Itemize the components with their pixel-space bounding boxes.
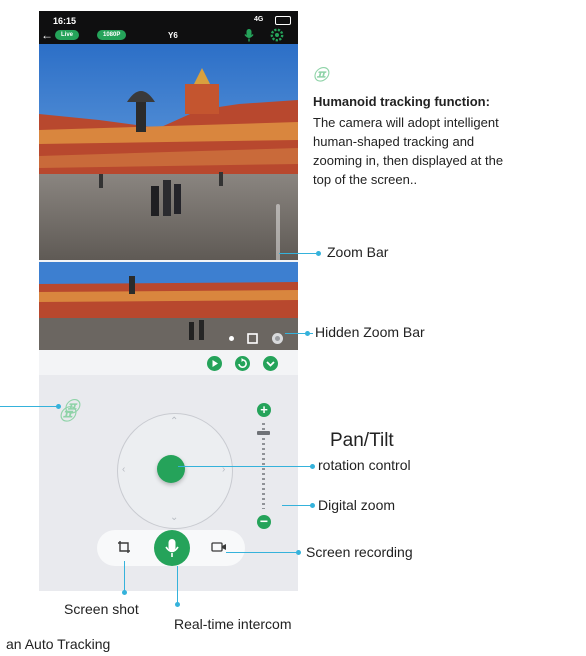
dpad-down-icon[interactable]: ⌄: [170, 512, 178, 523]
phone-app-screen: 16:15 4G ← Live 1080P Y6 ㉬ ⌃ ⌄ ‹ › + −: [39, 11, 298, 591]
tracking-zoom-view[interactable]: [39, 262, 298, 350]
zoom-out-button[interactable]: −: [257, 514, 271, 529]
device-name: Y6: [168, 31, 178, 40]
humanoid-tracking-title: Humanoid tracking function:: [313, 94, 490, 109]
sparkle-icon: ㉬: [313, 67, 329, 84]
humanoid-tracking-description: The camera will adopt intelligent human-…: [313, 115, 504, 187]
auto-tracking-callout-line: [0, 406, 58, 407]
status-signal: 4G: [254, 16, 264, 23]
rotation-control-label: rotation control: [318, 457, 411, 473]
screenshot-callout-dot: [122, 590, 127, 595]
intercom-callout-line: [177, 566, 178, 606]
play-icon[interactable]: [207, 356, 222, 371]
dot-icon[interactable]: [225, 332, 238, 345]
digital-zoom-label: Digital zoom: [318, 497, 396, 513]
rotation-callout-dot: [310, 464, 315, 469]
screen-recording-callout-dot: [296, 550, 301, 555]
digital-zoom-thumb[interactable]: [257, 431, 270, 435]
chevron-down-icon[interactable]: [263, 356, 278, 371]
dpad-left-icon[interactable]: ‹: [122, 464, 125, 475]
dpad-up-icon[interactable]: ⌃: [170, 416, 178, 427]
zoom-bar[interactable]: [276, 204, 280, 260]
refresh-icon[interactable]: [235, 356, 250, 371]
digital-zoom-callout-dot: [310, 503, 315, 508]
battery-icon: [275, 16, 291, 25]
mic-icon[interactable]: [242, 28, 256, 42]
live-video-feed[interactable]: [39, 44, 298, 260]
intercom-callout-dot: [175, 602, 180, 607]
fullscreen-icon[interactable]: [271, 332, 284, 345]
pan-tilt-label: Pan/Tilt: [330, 430, 394, 451]
mic-icon: [165, 539, 179, 557]
record-icon[interactable]: [211, 541, 227, 553]
intercom-mic-button[interactable]: [154, 530, 190, 566]
real-time-intercom-label: Real-time intercom: [174, 616, 292, 632]
auto-tracking-sparkle-icon: ㉬: [64, 399, 80, 416]
screen-recording-label: Screen recording: [306, 544, 413, 560]
hidden-zoom-bar-label: Hidden Zoom Bar: [315, 324, 425, 340]
screenshot-icon[interactable]: [117, 540, 131, 554]
auto-tracking-label: an Auto Tracking: [6, 636, 111, 652]
square-icon[interactable]: [246, 332, 259, 345]
back-arrow-icon[interactable]: ←: [41, 29, 53, 41]
live-badge[interactable]: Live: [55, 30, 80, 40]
plaza-scene-image: [39, 44, 298, 260]
screen-shot-label: Screen shot: [64, 601, 139, 617]
screen-recording-callout-line: [226, 552, 298, 553]
zoom-bar-label: Zoom Bar: [327, 244, 389, 260]
zoom-bar-callout-line: [279, 253, 317, 254]
zoom-bar-callout-dot: [316, 251, 321, 256]
settings-gear-icon[interactable]: [270, 28, 284, 42]
hidden-zoom-bar-callout-dot: [305, 331, 310, 336]
joystick-handle[interactable]: [157, 455, 185, 483]
status-bar: 16:15 4G ← Live 1080P Y6: [39, 11, 298, 44]
status-time: 16:15: [53, 16, 77, 26]
rotation-callout-line: [178, 466, 314, 467]
zoom-in-button[interactable]: +: [257, 403, 271, 417]
auto-tracking-callout-dot: [56, 404, 61, 409]
quality-badge[interactable]: 1080P: [97, 30, 127, 40]
panorama-scene-image: [39, 262, 298, 350]
